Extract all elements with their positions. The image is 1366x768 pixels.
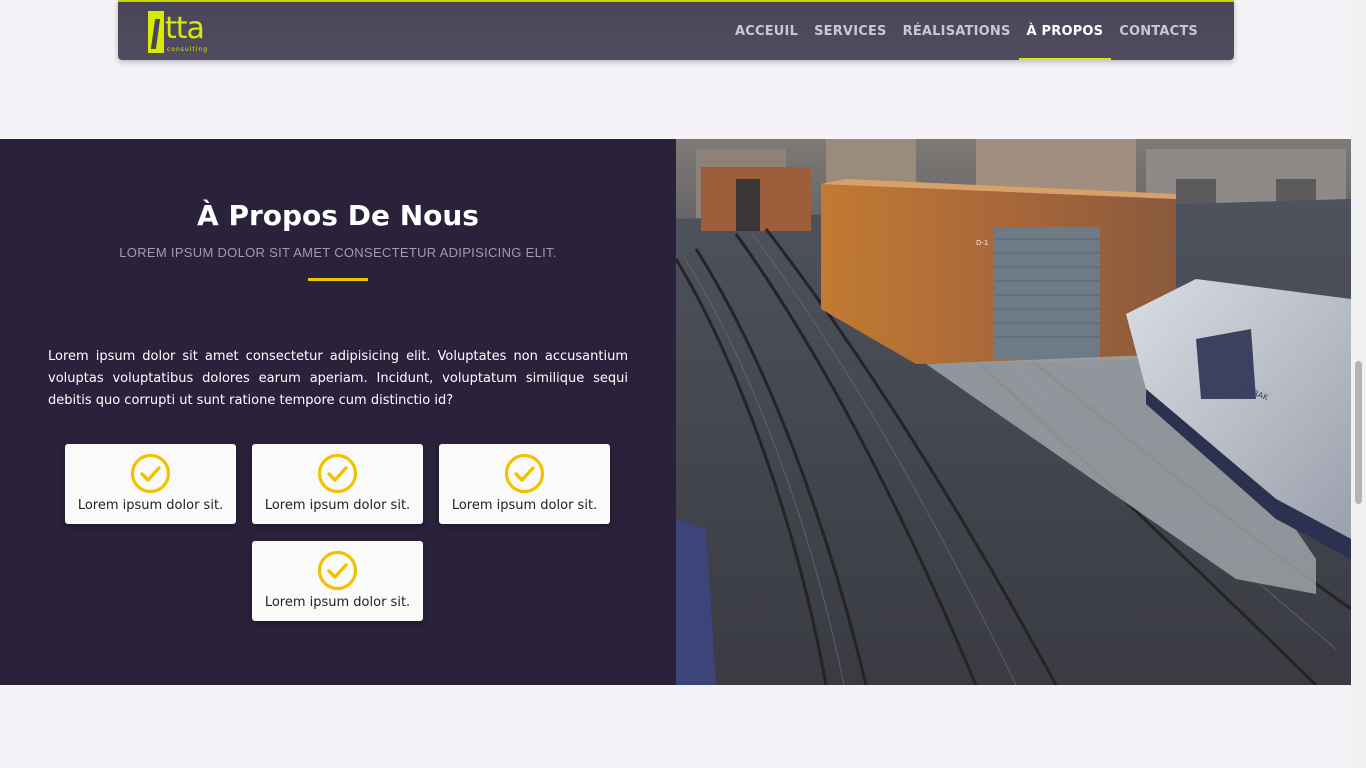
about-title: À Propos De Nous	[197, 199, 479, 232]
logo[interactable]: tta consulting	[148, 11, 216, 55]
page-scrollbar[interactable]	[1351, 0, 1366, 768]
feature-label: Lorem ipsum dolor sit.	[264, 595, 411, 610]
feature-card: Lorem ipsum dolor sit.	[252, 541, 423, 621]
check-circle-icon	[130, 453, 171, 494]
nav-item-accueil[interactable]: ACCEUIL	[727, 2, 806, 60]
feature-card: Lorem ipsum dolor sit.	[65, 444, 236, 524]
logo-tagline: consulting	[167, 46, 208, 53]
feature-card: Lorem ipsum dolor sit.	[439, 444, 610, 524]
nav-item-services[interactable]: SERVICES	[806, 2, 895, 60]
check-circle-icon	[317, 550, 358, 591]
feature-label: Lorem ipsum dolor sit.	[264, 498, 411, 513]
feature-label: Lorem ipsum dolor sit.	[77, 498, 224, 513]
feature-card: Lorem ipsum dolor sit.	[252, 444, 423, 524]
sign-text: D-1	[976, 239, 988, 247]
about-subtitle: LOREM IPSUM DOLOR SIT AMET CONSECTETUR A…	[119, 245, 557, 260]
title-underline	[308, 278, 368, 281]
nav-item-contacts[interactable]: CONTACTS	[1111, 2, 1206, 60]
railway-yard-illustration: D-1 AMTRAK	[676, 139, 1351, 685]
about-paragraph: Lorem ipsum dolor sit amet consectetur a…	[48, 349, 628, 408]
feature-label: Lorem ipsum dolor sit.	[451, 498, 598, 513]
railway-yard-photo: D-1 AMTRAK	[676, 139, 1351, 685]
logo-text: tta	[165, 11, 205, 46]
scrollbar-thumb[interactable]	[1355, 361, 1362, 504]
check-circle-icon	[317, 453, 358, 494]
nav-item-realisations[interactable]: RÉALISATIONS	[895, 2, 1019, 60]
navbar: tta consulting ACCEUIL SERVICES RÉALISAT…	[118, 0, 1234, 60]
nav-item-a-propos[interactable]: À PROPOS	[1018, 2, 1112, 60]
logo-mark	[148, 11, 164, 53]
nav-menu: ACCEUIL SERVICES RÉALISATIONS À PROPOS C…	[727, 2, 1206, 60]
check-circle-icon	[504, 453, 545, 494]
about-section: À Propos De Nous LOREM IPSUM DOLOR SIT A…	[0, 139, 676, 685]
